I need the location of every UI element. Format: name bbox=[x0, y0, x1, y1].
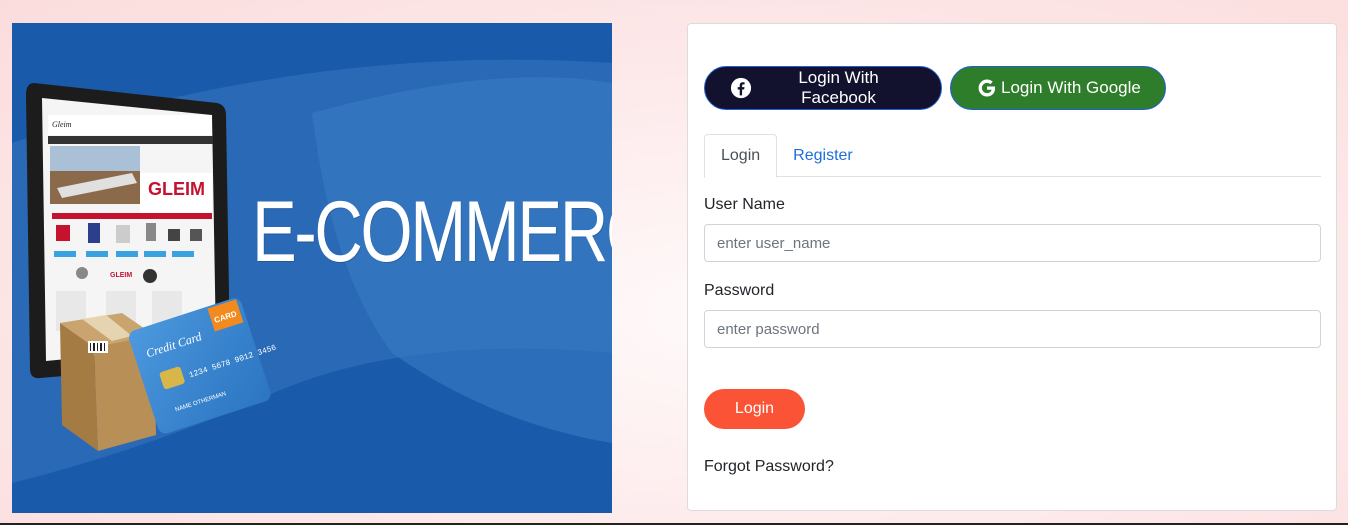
facebook-icon bbox=[730, 77, 752, 99]
login-submit-button[interactable]: Login bbox=[704, 389, 805, 429]
ecommerce-banner: Gleim GLEIM GLEIM CARD Credit Card 1234 … bbox=[12, 23, 612, 513]
forgot-password-link[interactable]: Forgot Password? bbox=[704, 458, 834, 476]
login-card: Login With Facebook Login With Google Lo… bbox=[687, 23, 1337, 511]
tab-register[interactable]: Register bbox=[777, 134, 869, 177]
username-label: User Name bbox=[704, 196, 785, 213]
password-label: Password bbox=[704, 282, 775, 299]
svg-text:Gleim: Gleim bbox=[52, 120, 72, 129]
social-login-row: Login With Facebook Login With Google bbox=[704, 66, 1166, 110]
password-input[interactable] bbox=[704, 310, 1321, 348]
svg-text:GLEIM: GLEIM bbox=[148, 179, 205, 199]
svg-text:GLEIM: GLEIM bbox=[110, 272, 132, 279]
auth-tabs: Login Register bbox=[704, 134, 1321, 178]
login-facebook-button[interactable]: Login With Facebook bbox=[704, 66, 942, 110]
google-icon bbox=[977, 78, 997, 98]
username-input[interactable] bbox=[704, 224, 1321, 262]
login-google-button[interactable]: Login With Google bbox=[950, 66, 1166, 110]
google-button-label: Login With Google bbox=[1001, 78, 1141, 97]
facebook-button-label: Login With Facebook bbox=[798, 68, 879, 107]
banner-title: E-COMMERCE bbox=[252, 184, 612, 280]
tab-login[interactable]: Login bbox=[704, 134, 778, 178]
